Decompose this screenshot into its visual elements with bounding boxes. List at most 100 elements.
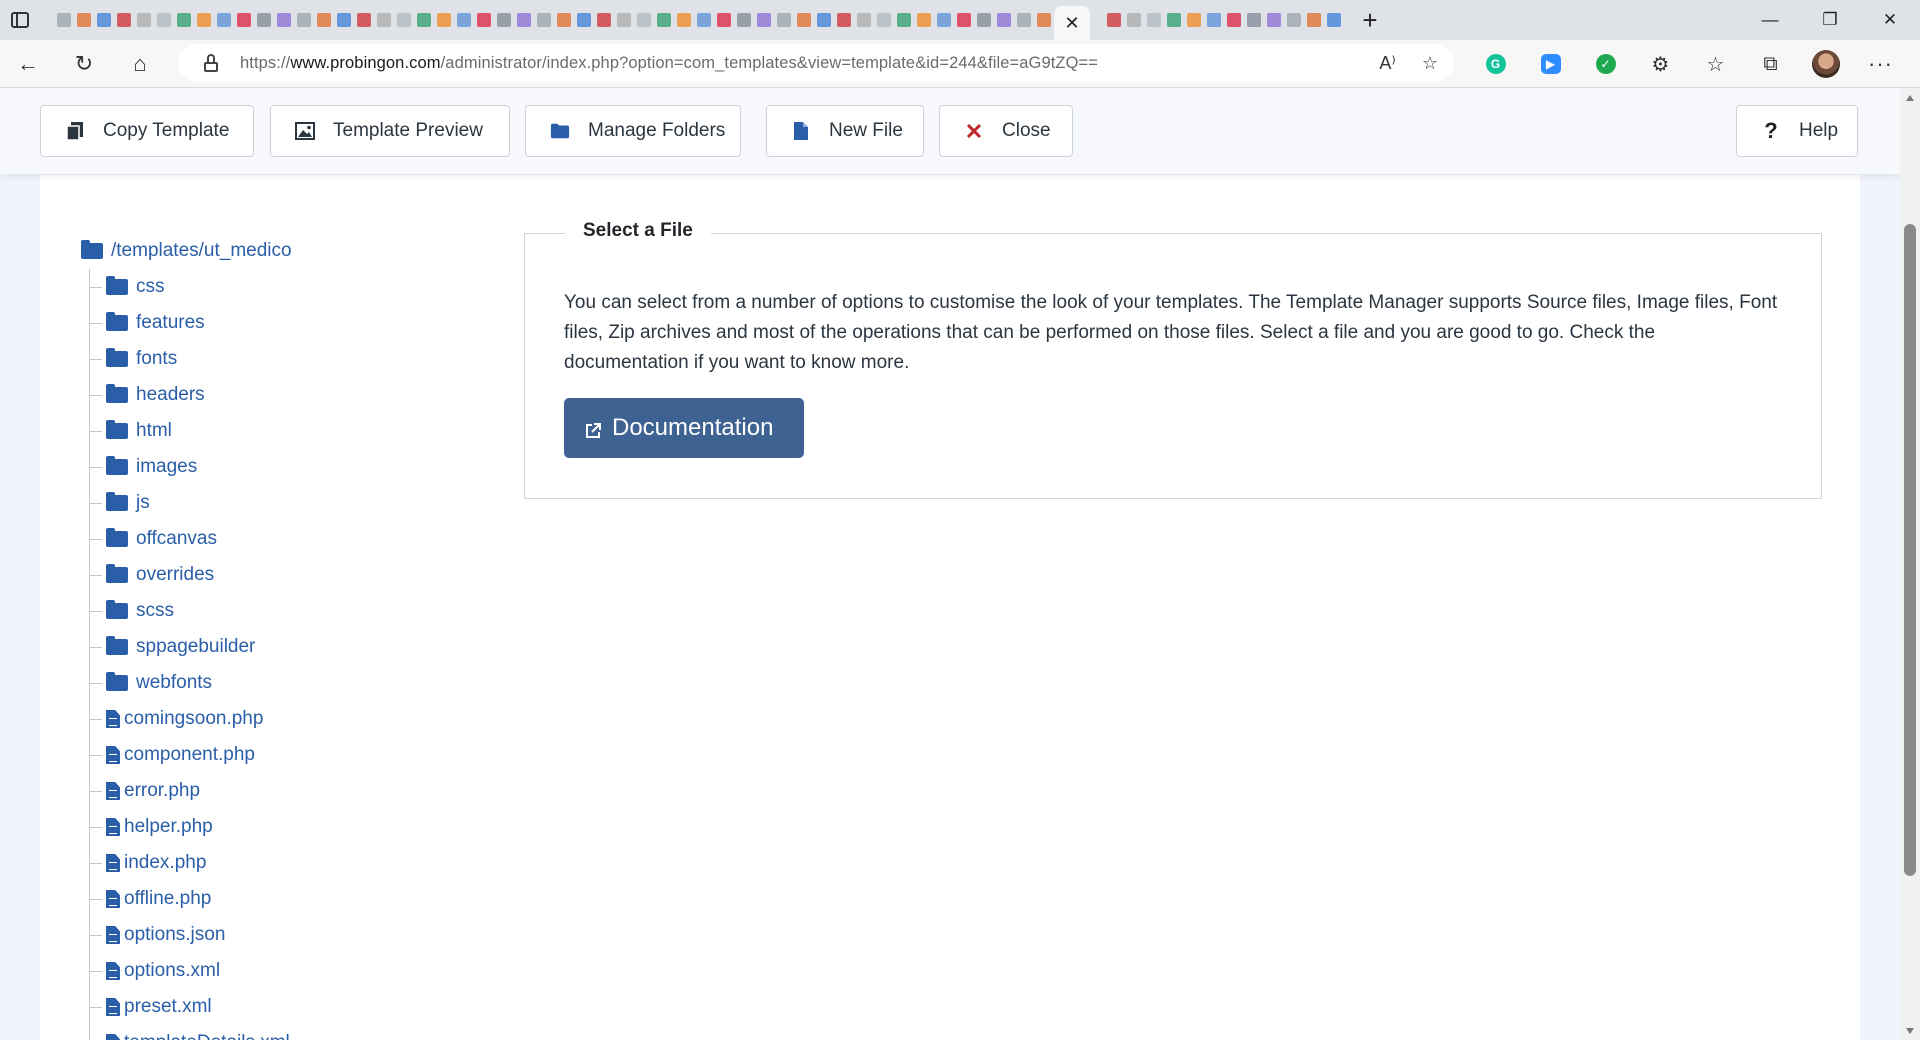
new-file-button[interactable]: New File bbox=[766, 105, 924, 157]
scrollbar-thumb[interactable] bbox=[1904, 224, 1916, 876]
pinned-tab[interactable] bbox=[114, 0, 134, 40]
pinned-tab[interactable] bbox=[474, 0, 494, 40]
pinned-tab[interactable] bbox=[834, 0, 854, 40]
tree-folder[interactable]: fonts bbox=[90, 341, 292, 377]
extensions-button[interactable]: ⚙ bbox=[1633, 40, 1688, 88]
tree-folder[interactable]: webfonts bbox=[90, 665, 292, 701]
pinned-tab[interactable] bbox=[874, 0, 894, 40]
pinned-tab[interactable] bbox=[494, 0, 514, 40]
tree-file[interactable]: offline.php bbox=[90, 881, 292, 917]
pinned-tab[interactable] bbox=[914, 0, 934, 40]
check-extension-button[interactable]: ✓ bbox=[1578, 40, 1633, 88]
read-aloud-icon[interactable]: A⁾ bbox=[1379, 53, 1395, 74]
tree-file[interactable]: comingsoon.php bbox=[90, 701, 292, 737]
copy-template-button[interactable]: Copy Template bbox=[40, 105, 254, 157]
tree-folder[interactable]: headers bbox=[90, 377, 292, 413]
active-tab-close-button[interactable]: ✕ bbox=[1054, 6, 1090, 40]
help-button[interactable]: ? Help bbox=[1736, 105, 1858, 157]
pinned-tab[interactable] bbox=[1284, 0, 1304, 40]
pinned-tab[interactable] bbox=[1264, 0, 1284, 40]
tree-folder[interactable]: css bbox=[90, 269, 292, 305]
pinned-tab[interactable] bbox=[514, 0, 534, 40]
home-button[interactable]: ⌂ bbox=[120, 44, 160, 84]
pinned-tab[interactable] bbox=[934, 0, 954, 40]
tree-root-folder[interactable]: /templates/ut_medico bbox=[81, 233, 292, 269]
tree-folder[interactable]: offcanvas bbox=[90, 521, 292, 557]
tree-folder[interactable]: html bbox=[90, 413, 292, 449]
pinned-tab[interactable] bbox=[1014, 0, 1034, 40]
pinned-tab[interactable] bbox=[54, 0, 74, 40]
pinned-tab[interactable] bbox=[974, 0, 994, 40]
pinned-tab[interactable] bbox=[154, 0, 174, 40]
pinned-tab[interactable] bbox=[74, 0, 94, 40]
pinned-tab[interactable] bbox=[1184, 0, 1204, 40]
pinned-tab[interactable] bbox=[614, 0, 634, 40]
pinned-tab[interactable] bbox=[634, 0, 654, 40]
pinned-tab[interactable] bbox=[234, 0, 254, 40]
tree-folder[interactable]: images bbox=[90, 449, 292, 485]
profile-button[interactable] bbox=[1798, 40, 1853, 88]
tree-file[interactable]: component.php bbox=[90, 737, 292, 773]
close-button[interactable]: Close bbox=[939, 105, 1073, 157]
settings-menu-button[interactable]: ··· bbox=[1853, 40, 1908, 88]
tree-folder[interactable]: overrides bbox=[90, 557, 292, 593]
url-text[interactable]: https://www.probingon.com/administrator/… bbox=[240, 54, 1098, 73]
pinned-tab[interactable] bbox=[1034, 0, 1054, 40]
pinned-tab[interactable] bbox=[174, 0, 194, 40]
pinned-tab[interactable] bbox=[554, 0, 574, 40]
tree-folder[interactable]: js bbox=[90, 485, 292, 521]
zoom-extension-button[interactable]: ▶ bbox=[1523, 40, 1578, 88]
tree-folder[interactable]: features bbox=[90, 305, 292, 341]
scroll-down-arrow-icon[interactable] bbox=[1906, 1028, 1914, 1034]
pinned-tab[interactable] bbox=[994, 0, 1014, 40]
documentation-button[interactable]: Documentation bbox=[564, 398, 804, 458]
pinned-tab[interactable] bbox=[794, 0, 814, 40]
pinned-tab[interactable] bbox=[694, 0, 714, 40]
manage-folders-button[interactable]: Manage Folders bbox=[525, 105, 741, 157]
pinned-tab[interactable] bbox=[294, 0, 314, 40]
pinned-tab[interactable] bbox=[774, 0, 794, 40]
pinned-tab[interactable] bbox=[1204, 0, 1224, 40]
tab-actions-button[interactable] bbox=[0, 0, 40, 40]
pinned-tab[interactable] bbox=[454, 0, 474, 40]
pinned-tab[interactable] bbox=[374, 0, 394, 40]
back-button[interactable]: ← bbox=[8, 44, 48, 84]
address-bar[interactable]: https://www.probingon.com/administrator/… bbox=[178, 44, 1454, 82]
pinned-tab[interactable] bbox=[314, 0, 334, 40]
favorites-button[interactable]: ☆ bbox=[1688, 40, 1743, 88]
pinned-tab[interactable] bbox=[1324, 0, 1344, 40]
collections-button[interactable]: ⧉ bbox=[1743, 40, 1798, 88]
pinned-tab[interactable] bbox=[94, 0, 114, 40]
pinned-tab[interactable] bbox=[194, 0, 214, 40]
tree-file[interactable]: preset.xml bbox=[90, 989, 292, 1025]
minimize-button[interactable]: — bbox=[1740, 0, 1800, 40]
pinned-tab[interactable] bbox=[1104, 0, 1124, 40]
pinned-tab[interactable] bbox=[254, 0, 274, 40]
pinned-tab[interactable] bbox=[734, 0, 754, 40]
pinned-tab[interactable] bbox=[334, 0, 354, 40]
pinned-tab[interactable] bbox=[1144, 0, 1164, 40]
pinned-tab[interactable] bbox=[1164, 0, 1184, 40]
restore-button[interactable]: ❐ bbox=[1800, 0, 1860, 40]
pinned-tab[interactable] bbox=[434, 0, 454, 40]
pinned-tab[interactable] bbox=[814, 0, 834, 40]
close-window-button[interactable]: ✕ bbox=[1860, 0, 1920, 40]
pinned-tab[interactable] bbox=[714, 0, 734, 40]
pinned-tab[interactable] bbox=[854, 0, 874, 40]
pinned-tab[interactable] bbox=[354, 0, 374, 40]
pinned-tab[interactable] bbox=[1304, 0, 1324, 40]
pinned-tab[interactable] bbox=[754, 0, 774, 40]
pinned-tab[interactable] bbox=[1244, 0, 1264, 40]
add-favorite-icon[interactable]: ☆ bbox=[1422, 53, 1438, 74]
tree-file[interactable]: options.xml bbox=[90, 953, 292, 989]
template-preview-button[interactable]: Template Preview bbox=[270, 105, 510, 157]
pinned-tab[interactable] bbox=[534, 0, 554, 40]
pinned-tab[interactable] bbox=[594, 0, 614, 40]
pinned-tab[interactable] bbox=[954, 0, 974, 40]
tree-file[interactable]: index.php bbox=[90, 845, 292, 881]
tree-folder[interactable]: sppagebuilder bbox=[90, 629, 292, 665]
new-tab-button[interactable]: + bbox=[1350, 0, 1390, 40]
grammarly-extension-button[interactable]: G bbox=[1468, 40, 1523, 88]
pinned-tab[interactable] bbox=[674, 0, 694, 40]
tree-folder[interactable]: scss bbox=[90, 593, 292, 629]
